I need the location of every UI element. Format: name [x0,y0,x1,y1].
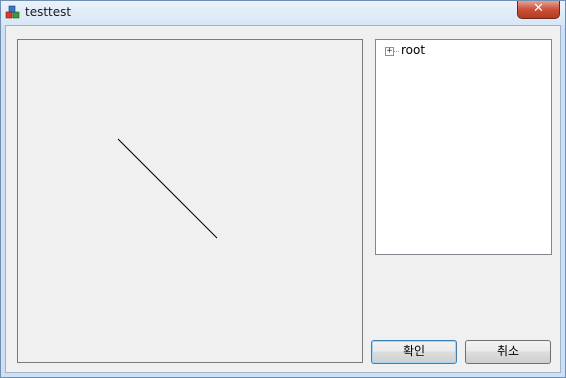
canvas-svg [117,138,218,239]
tree-node-label[interactable]: root [401,43,425,57]
close-icon: ✕ [533,1,544,16]
drawn-line [117,138,218,239]
window-title: testtest [25,5,72,19]
drawing-canvas[interactable] [17,39,363,363]
title-bar[interactable]: testtest ✕ [1,1,565,25]
tree-view[interactable]: + root [375,39,552,255]
cancel-button[interactable]: 취소 [465,340,551,364]
tree-connector [394,51,399,52]
ok-button[interactable]: 확인 [371,340,457,364]
close-button[interactable]: ✕ [517,1,560,19]
expand-icon[interactable]: + [385,47,394,56]
client-area: + root 확인 취소 [5,25,561,373]
app-icon [5,4,21,20]
dialog-window: testtest ✕ + root 확인 취소 [0,0,566,378]
